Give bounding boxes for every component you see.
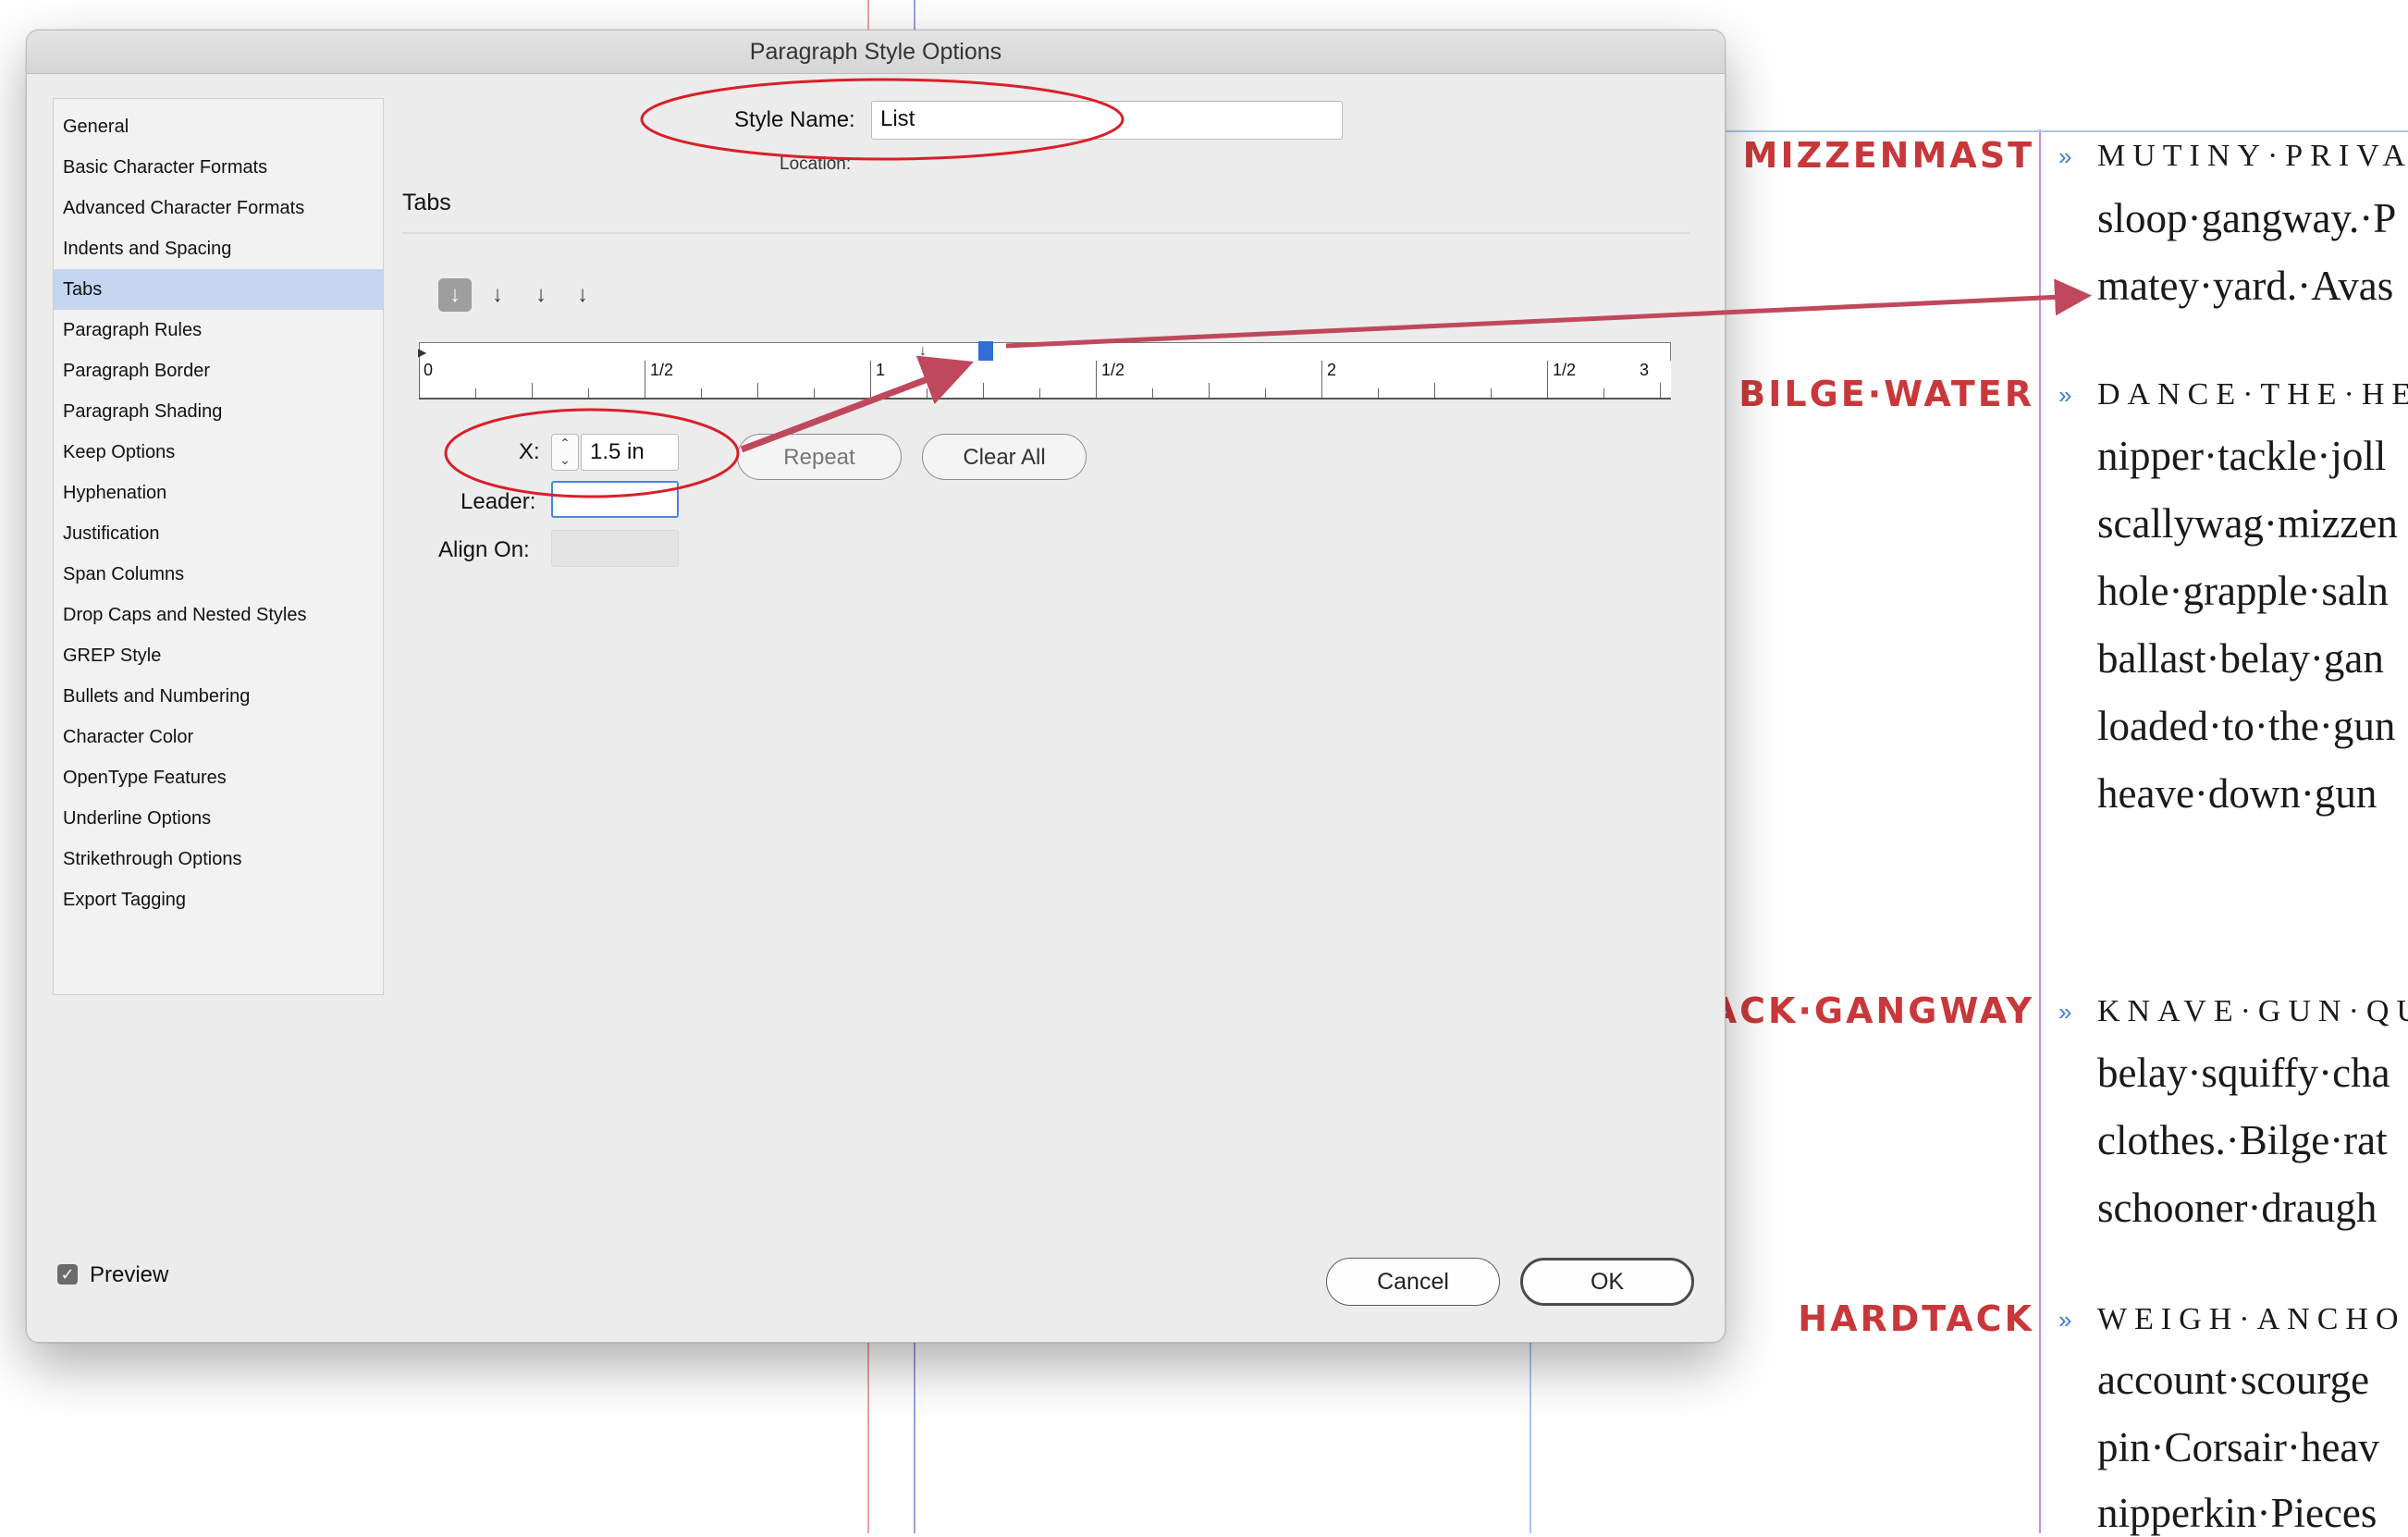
paragraph-line: nipper·tackle·joll xyxy=(2097,433,2387,479)
center-justified-tab-icon[interactable]: ↓ xyxy=(481,278,514,312)
align-on-label: Align On: xyxy=(438,537,530,562)
sidebar-item-drop-caps-and-nested-styles[interactable]: Drop Caps and Nested Styles xyxy=(54,595,383,635)
paragraph-line: schooner·draugh xyxy=(2097,1185,2377,1231)
ruler-label: 1/2 xyxy=(1553,361,1577,379)
align-on-input[interactable] xyxy=(551,530,679,567)
column-guide xyxy=(2039,129,2041,1533)
sidebar-item-indents-and-spacing[interactable]: Indents and Spacing xyxy=(54,228,383,269)
tab-character-icon: » xyxy=(2058,1306,2072,1334)
paragraph-line: pin·Corsair·heav xyxy=(2097,1424,2379,1470)
ruler-label: 0 xyxy=(424,361,434,379)
paragraph-line: clothes.·Bilge·rat xyxy=(2097,1117,2388,1163)
x-position-label: X: xyxy=(519,439,540,464)
paragraph-line: hole·grapple·saln xyxy=(2097,568,2389,614)
paragraph-line: sloop·gangway.·P xyxy=(2097,195,2397,241)
tab-character-icon: » xyxy=(2058,998,2072,1026)
paragraph-first-line: MUTINY·PRIVA xyxy=(2097,139,2408,173)
paragraph-first-line: KNAVE·GUN·QU xyxy=(2097,994,2408,1028)
leader-label: Leader: xyxy=(461,489,536,514)
tab-ruler[interactable]: ▶ ↓ 0 1/2 1 1/2 2 1/2 3 xyxy=(418,341,1671,400)
paragraph-line: heave·down·gun xyxy=(2097,770,2377,817)
sidebar-item-opentype-features[interactable]: OpenType Features xyxy=(54,757,383,798)
section-divider xyxy=(402,232,1689,234)
sidebar-item-paragraph-border[interactable]: Paragraph Border xyxy=(54,350,383,391)
sidebar-item-general[interactable]: General xyxy=(54,106,383,147)
sidebar-item-paragraph-rules[interactable]: Paragraph Rules xyxy=(54,310,383,350)
tab-stop-strip[interactable]: ▶ ↓ xyxy=(418,341,1671,362)
runin-heading: HARDTACK xyxy=(1798,1298,2034,1339)
paragraph-first-line: WEIGH·ANCHO xyxy=(2097,1302,2406,1336)
paragraph-line: belay·squiffy·cha xyxy=(2097,1050,2390,1096)
column-guide xyxy=(1530,1322,1531,1533)
sidebar-item-underline-options[interactable]: Underline Options xyxy=(54,798,383,839)
sidebar-item-span-columns[interactable]: Span Columns xyxy=(54,554,383,595)
clear-all-button[interactable]: Clear All xyxy=(922,434,1087,480)
paragraph-style-options-dialog: Paragraph Style Options General Basic Ch… xyxy=(26,30,1726,1343)
runin-heading: BILGE·WATER xyxy=(1738,374,2034,414)
repeat-button[interactable]: Repeat xyxy=(737,434,902,480)
text-frame-edge xyxy=(1724,130,2408,132)
left-justified-tab-icon[interactable]: ↓ xyxy=(438,278,472,312)
paragraph-line: loaded·to·the·gun xyxy=(2097,703,2396,749)
location-label: Location: xyxy=(780,154,852,174)
sidebar-item-strikethrough-options[interactable]: Strikethrough Options xyxy=(54,839,383,879)
sidebar-item-paragraph-shading[interactable]: Paragraph Shading xyxy=(54,391,383,432)
ok-button[interactable]: OK xyxy=(1520,1258,1694,1306)
runin-heading: MIZZENMAST xyxy=(1742,135,2034,176)
sidebar-item-hyphenation[interactable]: Hyphenation xyxy=(54,473,383,513)
tab-character-icon: » xyxy=(2058,142,2072,170)
paragraph-line: scallywag·mizzen xyxy=(2097,500,2398,547)
tab-character-icon: » xyxy=(2058,381,2072,409)
selected-tab-stop-icon[interactable] xyxy=(978,341,993,362)
style-name-input[interactable]: List xyxy=(871,101,1343,140)
right-justified-tab-icon[interactable]: ↓ xyxy=(524,278,558,312)
leader-input[interactable] xyxy=(551,481,679,518)
paragraph-line: account·scourge xyxy=(2097,1357,2370,1403)
x-position-input[interactable]: 1.5 in xyxy=(581,434,679,471)
section-title: Tabs xyxy=(402,190,451,215)
style-name-label: Style Name: xyxy=(734,107,855,132)
sidebar-item-advanced-character-formats[interactable]: Advanced Character Formats xyxy=(54,188,383,228)
preview-label: Preview xyxy=(90,1262,169,1287)
ruler-label: 1 xyxy=(876,361,886,379)
paragraph-first-line: DANCE·THE·HE xyxy=(2097,377,2408,412)
paragraph-line: nipperkin·Pieces xyxy=(2097,1490,2377,1536)
dialog-title: Paragraph Style Options xyxy=(27,31,1725,74)
ruler-label: 1/2 xyxy=(650,361,674,379)
x-position-stepper[interactable]: ⌃ ⌄ xyxy=(551,434,579,471)
sidebar-item-keep-options[interactable]: Keep Options xyxy=(54,432,383,473)
ruler-label: 3 xyxy=(1640,361,1650,379)
sidebar-item-grep-style[interactable]: GREP Style xyxy=(54,635,383,676)
sidebar-item-character-color[interactable]: Character Color xyxy=(54,717,383,757)
sidebar-item-justification[interactable]: Justification xyxy=(54,513,383,554)
sidebar-item-bullets-and-numbering[interactable]: Bullets and Numbering xyxy=(54,676,383,717)
sidebar-item-basic-character-formats[interactable]: Basic Character Formats xyxy=(54,147,383,188)
paragraph-line: ballast·belay·gan xyxy=(2097,635,2384,682)
right-indent-tab-marker-icon[interactable]: ↓ xyxy=(919,343,927,360)
category-sidebar: General Basic Character Formats Advanced… xyxy=(53,98,384,995)
sidebar-item-export-tagging[interactable]: Export Tagging xyxy=(54,879,383,920)
ruler-label: 2 xyxy=(1327,361,1337,379)
paragraph-line: matey·yard.·Avas xyxy=(2097,263,2394,309)
runin-heading: JACK·GANGWAY xyxy=(1693,990,2034,1031)
sidebar-item-tabs[interactable]: Tabs xyxy=(54,269,383,310)
cancel-button[interactable]: Cancel xyxy=(1326,1258,1500,1306)
ruler-scale: 0 1/2 1 1/2 2 1/2 3 xyxy=(419,361,1671,400)
ruler-label: 1/2 xyxy=(1101,361,1125,379)
indent-marker-icon[interactable]: ▶ xyxy=(418,346,426,359)
align-to-decimal-tab-icon[interactable]: ↓ xyxy=(566,278,599,312)
preview-checkbox[interactable]: ✓ xyxy=(57,1264,78,1285)
